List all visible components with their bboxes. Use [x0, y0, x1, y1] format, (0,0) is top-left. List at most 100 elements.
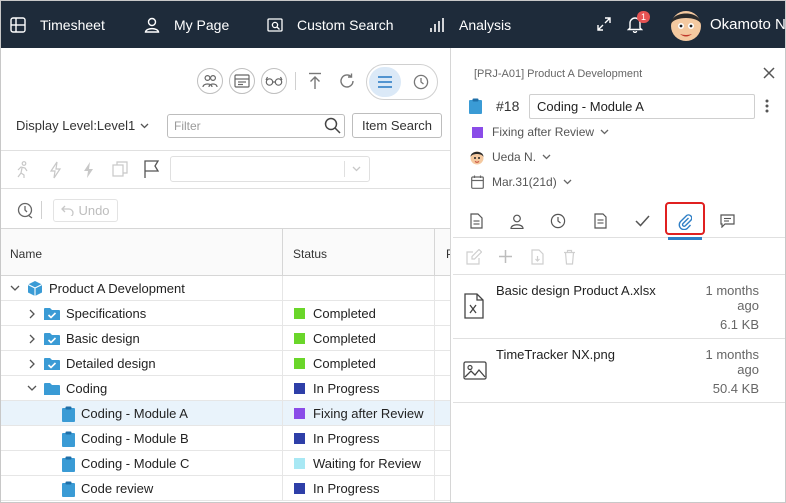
tab-comments[interactable]	[709, 204, 745, 238]
clock-icon	[550, 213, 566, 229]
chevron-down-icon[interactable]	[9, 283, 21, 295]
checkmark-icon	[634, 215, 650, 227]
more-vertical-icon[interactable]	[765, 99, 769, 113]
tab-details[interactable]	[458, 204, 494, 238]
search-icon[interactable]	[324, 117, 341, 134]
tab-checklist[interactable]	[582, 204, 618, 238]
nav-custom-search[interactable]: Custom Search	[267, 1, 393, 48]
avatar[interactable]	[668, 6, 704, 44]
attachment-time: 1 months ago	[705, 283, 759, 313]
nav-analysis[interactable]: Analysis	[429, 1, 511, 48]
row-name: Code review	[81, 481, 154, 496]
list-view-button[interactable]	[369, 67, 401, 97]
chevron-down-icon[interactable]	[26, 383, 38, 395]
status-cell[interactable]: In Progress	[282, 376, 434, 401]
tab-assignees[interactable]	[499, 204, 535, 238]
list-icon	[378, 76, 392, 88]
add-icon[interactable]	[498, 249, 513, 264]
table-row[interactable]: Detailed design Completed	[1, 351, 450, 376]
table-row[interactable]: Basic design Completed	[1, 326, 450, 351]
attachment-item[interactable]: Basic design Product A.xlsx 1 months ago…	[453, 275, 785, 339]
status-cell[interactable]: Completed	[282, 301, 434, 326]
table-row[interactable]: Coding In Progress	[1, 376, 450, 401]
display-level-dropdown[interactable]: Display Level:Level1	[16, 118, 149, 133]
chevron-right-icon[interactable]	[26, 333, 38, 345]
undo-button[interactable]: Undo	[53, 199, 118, 222]
nav-timesheet[interactable]: Timesheet	[10, 1, 105, 48]
collapse-top-icon[interactable]	[307, 72, 323, 90]
status-dropdown[interactable]: Fixing after Review	[469, 124, 609, 140]
running-person-icon[interactable]	[15, 161, 31, 179]
toolbar-divider	[295, 72, 296, 90]
tab-time[interactable]	[540, 204, 576, 238]
status-cell[interactable]: Completed	[282, 351, 434, 376]
username[interactable]: Okamoto N	[710, 1, 785, 48]
status-label: Waiting for Review	[313, 456, 421, 471]
expand-icon[interactable]	[596, 16, 612, 32]
history-icon[interactable]	[16, 201, 34, 219]
undo-icon	[61, 205, 75, 216]
close-icon[interactable]	[763, 67, 775, 79]
chevron-down-icon	[140, 123, 149, 128]
status-cell[interactable]: In Progress	[282, 426, 434, 451]
chevron-right-icon[interactable]	[26, 308, 38, 320]
table-row[interactable]: Product A Development	[1, 276, 450, 301]
table-row[interactable]: Coding - Module C Waiting for Review	[1, 451, 450, 476]
calendar-view-button[interactable]	[229, 68, 255, 94]
download-icon[interactable]	[531, 249, 544, 265]
bar-chart-icon	[430, 17, 444, 32]
task-clipboard-icon	[469, 98, 482, 114]
status-label: Fixing after Review	[313, 406, 424, 421]
lightning-outline-icon[interactable]	[49, 161, 63, 179]
title-input[interactable]	[529, 94, 755, 119]
chevron-right-icon[interactable]	[26, 358, 38, 370]
trash-icon[interactable]	[563, 249, 576, 265]
column-resize-handle[interactable]	[282, 229, 283, 277]
row-name: Detailed design	[66, 356, 156, 371]
glasses-view-button[interactable]	[261, 68, 287, 94]
attachment-item[interactable]: TimeTracker NX.png 1 months ago 50.4 KB	[453, 339, 785, 403]
status-swatch	[294, 408, 305, 419]
table-row[interactable]: Coding - Module B In Progress	[1, 426, 450, 451]
flag-icon[interactable]	[143, 159, 161, 179]
refresh-icon[interactable]	[338, 72, 356, 90]
status-cell[interactable]	[282, 276, 434, 301]
status-cell[interactable]: In Progress	[282, 476, 434, 501]
row-name: Specifications	[66, 306, 147, 321]
task-clipboard-icon	[62, 456, 75, 472]
lightning-icon[interactable]	[82, 161, 96, 179]
table-row[interactable]: Code review In Progress	[1, 476, 450, 501]
filter-input[interactable]	[167, 114, 345, 138]
timeline-view-button[interactable]	[405, 67, 437, 97]
table-row[interactable]: Specifications Completed	[1, 301, 450, 326]
title-row: #18	[469, 94, 769, 120]
column-resize-handle[interactable]	[434, 229, 435, 277]
item-search-button[interactable]: Item Search	[352, 113, 442, 138]
name-cell: Basic design	[1, 326, 282, 351]
column-header-extra[interactable]: P	[446, 247, 450, 261]
status-cell[interactable]: Waiting for Review	[282, 451, 434, 476]
nav-my-page[interactable]: My Page	[144, 1, 229, 48]
column-header-status[interactable]: Status	[293, 247, 327, 261]
edit-icon[interactable]	[466, 249, 482, 265]
app-window: Timesheet My Page Custom Search Analysis…	[0, 0, 786, 503]
status-cell[interactable]: Fixing after Review	[282, 401, 434, 426]
status-label: Completed	[313, 331, 376, 346]
tab-approval[interactable]	[624, 204, 660, 238]
name-cell: Detailed design	[1, 351, 282, 376]
members-button[interactable]	[197, 68, 223, 94]
item-actions-toolbar	[1, 150, 450, 188]
table-row-selected[interactable]: Coding - Module A Fixing after Review	[1, 401, 450, 426]
status-cell[interactable]: Completed	[282, 326, 434, 351]
display-level-label: Display Level:Level1	[16, 118, 136, 133]
view-toolbar	[1, 48, 450, 108]
row-name: Coding	[66, 381, 108, 396]
breadcrumb[interactable]: [PRJ-A01] Product A Development	[474, 68, 642, 80]
copy-icon[interactable]	[112, 161, 128, 177]
assignee-value: Ueda N.	[492, 150, 537, 164]
flag-select[interactable]	[170, 156, 370, 182]
due-date-dropdown[interactable]: Mar.31(21d)	[469, 174, 572, 190]
column-header-name[interactable]: Name	[10, 247, 42, 261]
task-clipboard-icon	[62, 481, 75, 497]
assignee-dropdown[interactable]: Ueda N.	[469, 149, 551, 165]
